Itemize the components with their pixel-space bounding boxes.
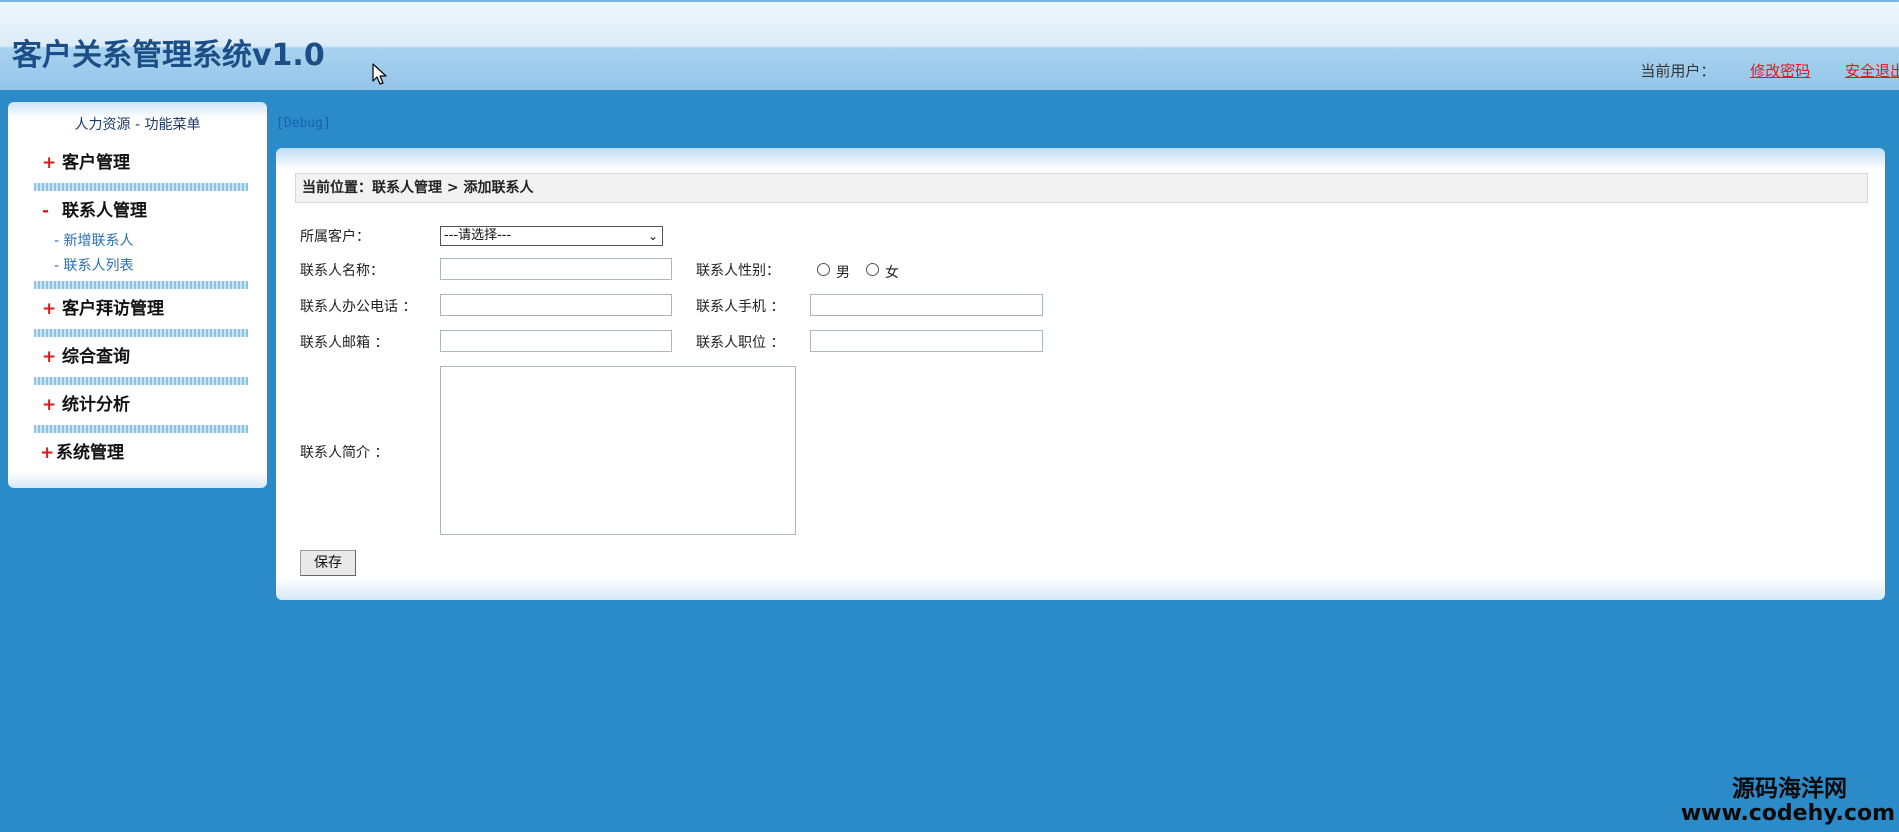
email-label: 联系人邮箱 ： [300, 335, 389, 351]
menu-group-customer[interactable]: + 客户管理 [42, 148, 130, 173]
expand-plus-icon: + [42, 395, 57, 415]
mouse-cursor-icon [372, 63, 387, 85]
watermark-line-2: www.codehy.com [1680, 801, 1895, 826]
expand-plus-icon: + [42, 299, 57, 319]
header-bar: 客户关系管理系统v1.0 当前用户： 修改密码 安全退出 [0, 0, 1899, 90]
gender-female-radio[interactable] [866, 263, 879, 276]
watermark: 源码海洋网 www.codehy.com [1681, 776, 1895, 826]
collapse-minus-icon: - [42, 201, 50, 221]
email-input[interactable] [440, 330, 672, 352]
expand-plus-icon: + [42, 347, 57, 367]
menu-group-contact[interactable]: - 联系人管理 [42, 196, 147, 221]
menu-group-label: 联系人管理 [62, 201, 147, 221]
menu-group-statistics[interactable]: + 统计分析 [42, 390, 130, 415]
customer-select[interactable]: ---请选择--- ⌄ [440, 226, 663, 246]
menu-group-system[interactable]: + 系统管理 [40, 438, 124, 463]
submenu-contact-list[interactable]: - 联系人列表 [54, 255, 134, 275]
menu-separator [34, 329, 248, 337]
customer-select-value: ---请选择--- [444, 228, 512, 243]
menu-separator [34, 183, 248, 191]
change-password-link[interactable]: 修改密码 [1750, 62, 1810, 80]
logout-link[interactable]: 安全退出 [1845, 62, 1899, 80]
sidebar-menu: 人力资源 - 功能菜单 + 客户管理 - 联系人管理 - 新增联系人 - 联系人列表… [8, 102, 267, 488]
menu-separator [34, 425, 248, 433]
app-title: 客户关系管理系统v1.0 [12, 38, 325, 73]
intro-label: 联系人简介 ： [300, 445, 389, 461]
expand-plus-icon: + [42, 153, 57, 173]
contact-name-label: 联系人名称： [300, 263, 384, 279]
watermark-line-1: 源码海洋网 [1732, 776, 1847, 802]
header-user-area: 当前用户： 修改密码 安全退出 [1640, 60, 1899, 81]
menu-group-label: 客户拜访管理 [62, 299, 164, 319]
gender-male-label: 男 [836, 265, 850, 281]
position-input[interactable] [810, 330, 1043, 352]
customer-label: 所属客户： [300, 229, 370, 245]
debug-link[interactable]: [Debug] [276, 116, 331, 131]
menu-group-query[interactable]: + 综合查询 [42, 342, 130, 367]
menu-group-label: 客户管理 [62, 153, 130, 173]
current-user-label: 当前用户： [1640, 62, 1716, 80]
main-panel: 当前位置：联系人管理 > 添加联系人 所属客户： ---请选择--- ⌄ 联系人… [276, 148, 1885, 600]
contact-name-input[interactable] [440, 258, 672, 280]
chevron-down-icon: ⌄ [647, 229, 658, 243]
menu-separator [34, 377, 248, 385]
menu-separator [34, 281, 248, 289]
sidebar-title: 人力资源 - 功能菜单 [74, 117, 201, 133]
gender-female-label: 女 [885, 265, 899, 281]
mobile-label: 联系人手机 ： [696, 299, 785, 315]
menu-group-label: 系统管理 [56, 443, 124, 463]
submenu-add-contact[interactable]: - 新增联系人 [54, 230, 134, 250]
office-phone-input[interactable] [440, 294, 672, 316]
menu-group-label: 统计分析 [62, 395, 130, 415]
gender-label: 联系人性别： [696, 263, 780, 279]
position-label: 联系人职位 ： [696, 335, 785, 351]
menu-group-label: 综合查询 [62, 347, 130, 367]
menu-group-visit[interactable]: + 客户拜访管理 [42, 294, 164, 319]
expand-plus-icon: + [40, 443, 55, 463]
breadcrumb: 当前位置：联系人管理 > 添加联系人 [295, 173, 1868, 203]
mobile-input[interactable] [810, 294, 1043, 316]
office-phone-label: 联系人办公电话 ： [300, 299, 417, 315]
gender-male-radio[interactable] [817, 263, 830, 276]
intro-textarea[interactable] [440, 366, 796, 535]
save-button[interactable]: 保存 [300, 550, 356, 576]
